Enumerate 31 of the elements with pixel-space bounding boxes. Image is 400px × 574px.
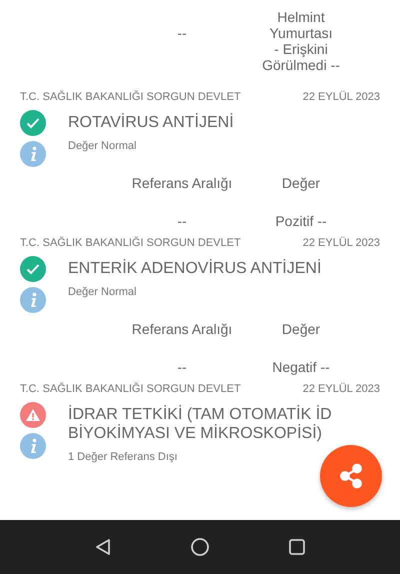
lab-source: T.C. SAĞLIK BAKANLIĞI SORGUN DEVLET [20,382,241,395]
table-cell-text: Negatif -- [271,358,331,375]
result-date: 22 EYLÜL 2023 [302,90,380,103]
table-cell-text: -- [176,212,188,229]
share-button[interactable] [320,445,382,507]
result-date: 22 EYLÜL 2023 [302,236,380,249]
column-header: Referans Aralığı [130,320,234,337]
column-header: Değer [280,174,322,191]
share-icon [337,462,365,490]
result-summary: Değer Normal [68,140,138,152]
table-cell-text: -- [176,358,188,375]
recent-apps-icon[interactable] [288,538,306,556]
home-icon[interactable] [190,537,210,557]
info-icon[interactable] [20,432,46,459]
result-summary: 1 Değer Referans Dışı [68,450,178,463]
result-value: Helmint Yumurtası - Erişkini Görülmedi -- [261,9,341,73]
result-date: 22 EYLÜL 2023 [302,382,380,395]
info-icon[interactable] [20,140,46,167]
lab-source: T.C. SAĞLIK BAKANLIĞI SORGUN DEVLET [20,90,241,103]
reference-value: -- [176,25,188,41]
result-summary: Değer Normal [68,286,138,298]
column-header: Referans Aralığı [130,174,234,191]
test-title: BİYOKİMYASI VE MİKROSKOPİSİ) [68,424,323,443]
test-title: İDRAR TETKİKİ (TAM OTOMATİK İD [68,404,332,424]
column-header: Değer [280,320,322,337]
info-icon[interactable] [20,286,46,313]
table-cell-text: Pozitif -- [274,212,328,229]
test-title: ENTERİK ADENOVİRUS ANTİJENİ [68,258,322,278]
back-icon[interactable] [94,538,112,556]
test-title: ROTAVİRUS ANTİJENİ [68,112,234,132]
lab-source: T.C. SAĞLIK BAKANLIĞI SORGUN DEVLET [20,236,241,249]
